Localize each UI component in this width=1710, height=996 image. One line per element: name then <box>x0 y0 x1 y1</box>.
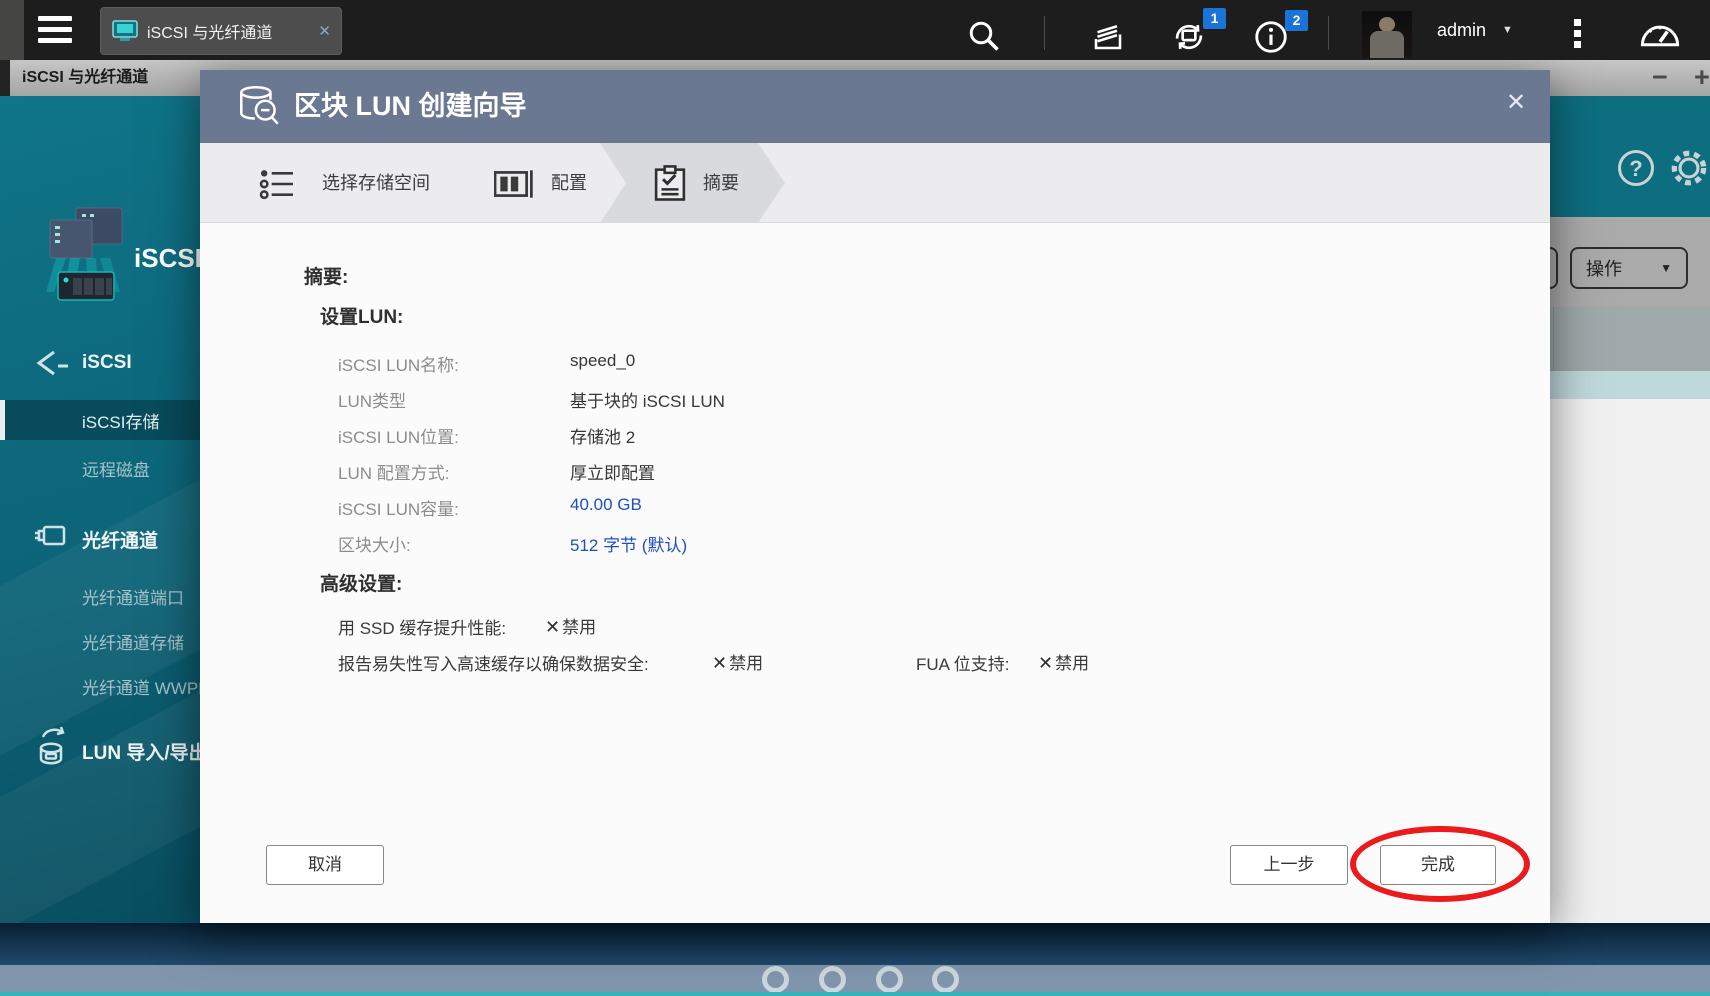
summary-value-link[interactable]: 512 字节 (默认) <box>570 531 687 556</box>
disabled-x-icon: ✕ <box>712 653 728 673</box>
summary-value: 基于块的 iSCSI LUN <box>570 392 725 411</box>
app-title: iSCSI 与光纤通道 <box>134 243 200 273</box>
dock-icon[interactable] <box>762 966 789 993</box>
main-menu-icon[interactable] <box>38 16 72 44</box>
summary-label: iSCSI LUN位置: <box>338 428 459 447</box>
dashboard-gauge-icon[interactable] <box>1638 15 1680 51</box>
sidebar-item-fc-ports[interactable]: 光纤通道端口 <box>82 584 184 609</box>
more-menu-icon[interactable] <box>1574 19 1581 52</box>
fua-bit-label: FUA 位支持: <box>916 655 1010 674</box>
summary-row: iSCSI LUN名称: speed_0 <box>200 351 1200 379</box>
app-tab-label: iSCSI 与光纤通道 <box>147 25 273 42</box>
window-title: iSCSI 与光纤通道 <box>22 69 149 86</box>
sidebar-item-label: iSCSI存储 <box>82 413 160 432</box>
fibre-channel-section-icon <box>34 520 68 552</box>
settings-gear-icon[interactable] <box>1668 147 1710 189</box>
back-button[interactable]: 上一步 <box>1230 845 1348 885</box>
app-tab-close-icon[interactable]: ✕ <box>318 22 331 40</box>
summary-row: iSCSI LUN容量: 40.00 GB <box>200 495 1200 523</box>
configure-step-icon <box>494 170 534 198</box>
user-name[interactable]: admin <box>1437 0 1486 60</box>
sidebar-item-fc-storage[interactable]: 光纤通道存储 <box>82 629 184 654</box>
disabled-x-icon: ✕ <box>545 617 561 637</box>
ssd-cache-label: 用 SSD 缓存提升性能: <box>338 619 507 638</box>
finish-button[interactable]: 完成 <box>1380 845 1496 885</box>
select-pool-step-icon <box>258 168 296 200</box>
sidebar-item-fc-wwpn[interactable]: 光纤通道 WWPN 别名 <box>82 674 200 699</box>
topbar-divider <box>1328 16 1329 50</box>
summary-heading: 摘要: <box>304 267 349 288</box>
step-configure[interactable]: 配置 <box>551 143 587 223</box>
help-icon[interactable]: ? <box>1618 150 1654 186</box>
topbar: iSCSI 与光纤通道 ✕ 1 2 admin ▼ <box>0 0 1710 60</box>
summary-row: 区块大小: 512 字节 (默认) <box>200 531 1200 559</box>
summary-value-link[interactable]: 40.00 GB <box>570 495 642 515</box>
background-tasks-icon[interactable] <box>1090 18 1126 54</box>
window-footer-band <box>0 923 1710 965</box>
lun-settings-heading: 设置LUN: <box>320 307 404 328</box>
summary-value: 厚立即配置 <box>570 464 655 483</box>
active-step-chevron <box>600 143 785 223</box>
sidebar-section-iscsi[interactable]: iSCSI <box>82 352 132 374</box>
lun-import-export-section-icon <box>34 726 72 770</box>
caret-down-icon[interactable]: ▼ <box>1502 0 1513 60</box>
action-button-label: 操作 <box>1586 259 1622 279</box>
summary-label: LUN 配置方式: <box>338 464 450 483</box>
summary-step-icon <box>654 165 686 202</box>
step-summary[interactable]: 摘要 <box>703 143 739 223</box>
dock-icon[interactable] <box>876 966 903 993</box>
tasks-badge: 1 <box>1203 8 1226 29</box>
dock-icon[interactable] <box>819 966 846 993</box>
advanced-settings-heading: 高级设置: <box>320 574 403 595</box>
app-tab-iscsi[interactable]: iSCSI 与光纤通道 ✕ <box>100 7 342 55</box>
volatile-cache-label: 报告易失性写入高速缓存以确保数据安全: <box>338 655 649 674</box>
block-lun-creation-wizard-dialog: 区块 LUN 创建向导 ✕ 选择存储空间 配置 摘要 摘要: 设置LUN: iS… <box>200 70 1550 923</box>
block-lun-wizard-icon <box>234 83 284 131</box>
summary-label: iSCSI LUN名称: <box>338 356 459 375</box>
app-icon <box>40 206 128 306</box>
titlebar-edge <box>0 60 10 96</box>
cancel-button[interactable]: 取消 <box>266 845 384 885</box>
corner-block <box>0 0 24 60</box>
dialog-title: 区块 LUN 创建向导 <box>294 91 527 121</box>
dialog-header: 区块 LUN 创建向导 ✕ <box>200 70 1550 143</box>
taskbar-strip <box>0 992 1710 996</box>
iscsi-section-icon <box>34 348 70 380</box>
summary-row: LUN 配置方式: 厚立即配置 <box>200 459 1200 487</box>
sidebar-item-remote-disk[interactable]: 远程磁盘 <box>82 456 150 481</box>
avatar[interactable] <box>1362 11 1412 58</box>
firmware-update-icon[interactable] <box>1170 18 1206 54</box>
summary-value: 存储池 2 <box>570 428 636 447</box>
dialog-close-icon[interactable]: ✕ <box>1506 88 1526 117</box>
ssd-cache-value: ✕ 禁用 <box>545 617 597 637</box>
fua-bit-value: ✕ 禁用 <box>1038 653 1090 673</box>
app-tab-icon <box>111 19 139 43</box>
screen: iSCSI 与光纤通道 ✕ 1 2 admin ▼ iSCSI 与光纤通道 − … <box>0 0 1710 996</box>
selected-indicator <box>0 400 5 440</box>
summary-value: speed_0 <box>570 351 636 370</box>
window-maximize-button[interactable]: + <box>1694 60 1710 96</box>
sidebar-section-fibre-channel[interactable]: 光纤通道 <box>82 526 158 553</box>
volatile-cache-value: ✕ 禁用 <box>712 653 764 673</box>
topbar-divider <box>1044 16 1045 50</box>
action-dropdown-button[interactable]: 操作 ▼ <box>1570 247 1688 289</box>
wizard-steps: 选择存储空间 配置 摘要 <box>200 143 1550 223</box>
window-minimize-button[interactable]: − <box>1652 60 1668 96</box>
dock-icon[interactable] <box>932 966 959 993</box>
summary-row: LUN类型 基于块的 iSCSI LUN <box>200 387 1200 415</box>
search-icon[interactable] <box>966 18 1002 54</box>
sidebar: iSCSI 与光纤通道 iSCSI iSCSI存储 远程磁盘 光纤通道 光纤通道… <box>0 96 200 923</box>
summary-row: iSCSI LUN位置: 存储池 2 <box>200 423 1200 451</box>
sidebar-item-iscsi-storage[interactable]: iSCSI存储 <box>0 400 200 440</box>
disabled-x-icon: ✕ <box>1038 653 1054 673</box>
summary-label: LUN类型 <box>338 392 407 411</box>
summary-label: 区块大小: <box>338 536 411 555</box>
sidebar-section-lun-import-export[interactable]: LUN 导入/导出 <box>82 738 200 765</box>
info-notification-icon[interactable] <box>1252 18 1288 54</box>
notification-badge: 2 <box>1285 10 1308 31</box>
caret-down-icon: ▼ <box>1660 261 1672 275</box>
step-select-pool[interactable]: 选择存储空间 <box>322 143 430 223</box>
summary-label: iSCSI LUN容量: <box>338 500 459 519</box>
